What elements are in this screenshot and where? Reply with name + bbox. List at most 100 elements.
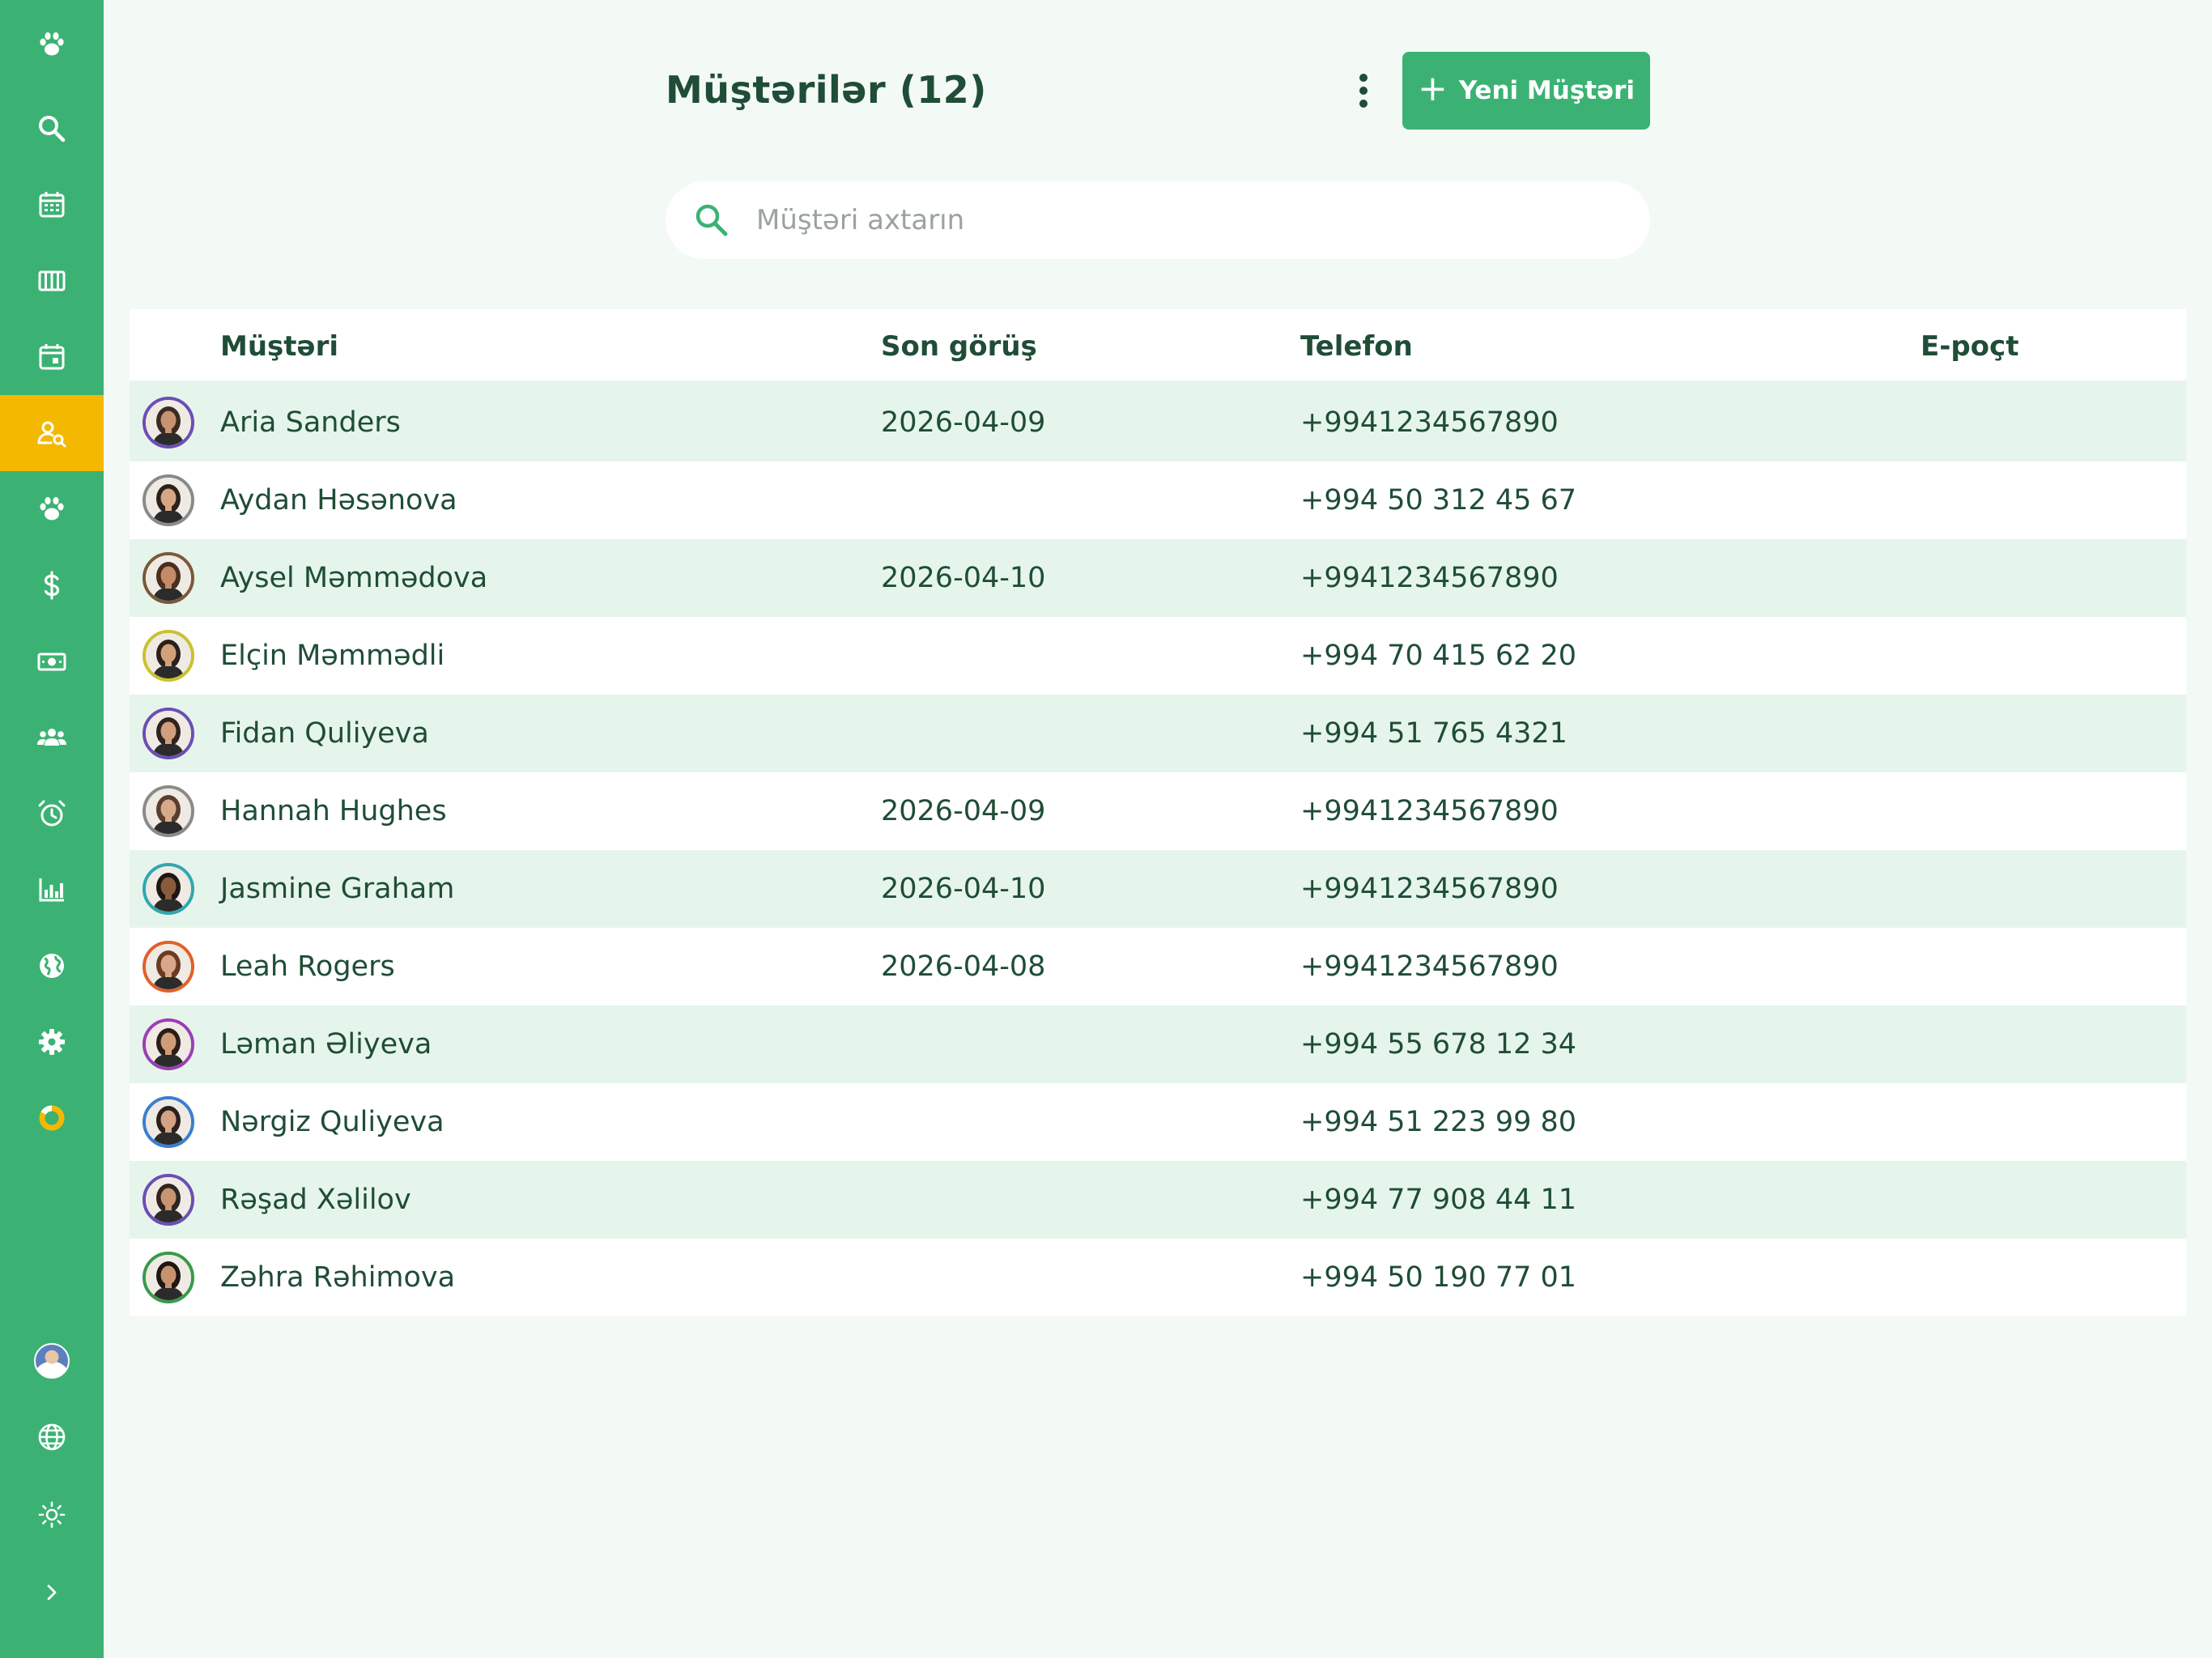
clients-table: Müştəri Son görüş Telefon E-poçt Aria Sa… — [130, 309, 2186, 1316]
last-visit: 2026-04-10 — [881, 562, 1046, 594]
sidebar-item-pets[interactable] — [0, 471, 104, 547]
client-phone: +9941234567890 — [1300, 950, 1559, 983]
client-search-icon — [37, 421, 66, 448]
sidebar-item-board[interactable] — [0, 243, 104, 319]
table-row[interactable]: Hannah Hughes 2026-04-09 +9941234567890 — [130, 772, 2186, 850]
sidebar — [0, 0, 104, 1658]
client-avatar — [143, 552, 194, 604]
sidebar-item-payments[interactable] — [0, 623, 104, 699]
client-phone: +994 51 223 99 80 — [1300, 1106, 1577, 1138]
client-phone: +994 51 765 4321 — [1300, 717, 1568, 750]
client-name: Rəşad Xəlilov — [220, 1184, 411, 1216]
sidebar-item-website[interactable] — [0, 928, 104, 1004]
search-icon — [696, 204, 728, 236]
alarm-icon — [38, 800, 66, 827]
client-phone: +994 55 678 12 34 — [1300, 1028, 1577, 1061]
client-phone: +994 50 190 77 01 — [1300, 1261, 1577, 1294]
client-name: Jasmine Graham — [220, 873, 455, 905]
cash-icon — [37, 653, 66, 671]
column-header-email[interactable]: E-poçt — [1921, 309, 2018, 384]
table-row[interactable]: Zəhra Rəhimova +994 50 190 77 01 — [130, 1239, 2186, 1316]
column-header-client[interactable]: Müştəri — [220, 309, 338, 384]
client-phone: +994 50 312 45 67 — [1300, 484, 1577, 517]
client-phone: +9941234567890 — [1300, 873, 1559, 905]
sidebar-item-search[interactable] — [0, 91, 104, 167]
columns-icon — [38, 270, 66, 291]
last-visit: 2026-04-10 — [881, 873, 1046, 905]
plus-icon: + — [1417, 68, 1448, 109]
sidebar-item-clients[interactable] — [0, 395, 104, 471]
client-avatar — [143, 630, 194, 682]
bar-chart-icon — [39, 878, 64, 902]
client-avatar — [143, 708, 194, 759]
client-name: Leah Rogers — [220, 950, 395, 983]
new-client-button-label: Yeni Müştəri — [1458, 76, 1636, 105]
sun-icon — [38, 1501, 66, 1528]
last-visit: 2026-04-09 — [881, 406, 1046, 439]
paw-icon — [40, 496, 64, 521]
client-name: Nərgiz Quliyeva — [220, 1106, 445, 1138]
globe-icon — [40, 954, 64, 978]
table-row[interactable]: Elçin Məmmədli +994 70 415 62 20 — [130, 617, 2186, 695]
page-title: Müştərilər (12) — [666, 68, 987, 112]
client-phone: +994 77 908 44 11 — [1300, 1184, 1577, 1216]
sidebar-expand-button[interactable] — [0, 1554, 104, 1630]
client-avatar — [143, 1174, 194, 1226]
table-row[interactable]: Fidan Quliyeva +994 51 765 4321 — [130, 695, 2186, 772]
client-avatar — [143, 397, 194, 449]
table-row[interactable]: Ləman Əliyeva +994 55 678 12 34 — [130, 1005, 2186, 1083]
table-row[interactable]: Aydan Həsənova +994 50 312 45 67 — [130, 461, 2186, 539]
search-input[interactable] — [756, 204, 1566, 236]
chevron-right-icon — [47, 1584, 57, 1601]
client-name: Hannah Hughes — [220, 795, 447, 827]
client-avatar — [143, 474, 194, 526]
table-row[interactable]: Aria Sanders 2026-04-09 +9941234567890 — [130, 384, 2186, 461]
client-name: Aria Sanders — [220, 406, 401, 439]
table-row[interactable]: Nərgiz Quliyeva +994 51 223 99 80 — [130, 1083, 2186, 1161]
sidebar-item-calendar[interactable] — [0, 167, 104, 243]
client-phone: +9941234567890 — [1300, 795, 1559, 827]
dollar-icon — [44, 571, 60, 600]
kebab-menu-icon — [1359, 74, 1368, 108]
sidebar-item-pricing[interactable] — [0, 547, 104, 623]
sidebar-item-team[interactable] — [0, 699, 104, 776]
client-name: Fidan Quliyeva — [220, 717, 429, 750]
donut-icon — [39, 1105, 65, 1131]
last-visit: 2026-04-08 — [881, 950, 1046, 983]
table-row[interactable]: Rəşad Xəlilov +994 77 908 44 11 — [130, 1161, 2186, 1239]
search-bar[interactable] — [666, 181, 1650, 259]
table-row[interactable]: Jasmine Graham 2026-04-10 +9941234567890 — [130, 850, 2186, 928]
table-header: Müştəri Son görüş Telefon E-poçt — [130, 309, 2186, 384]
sidebar-item-reminders[interactable] — [0, 776, 104, 852]
table-body: Aria Sanders 2026-04-09 +9941234567890 Ayda… — [130, 384, 2186, 1316]
client-phone: +994 70 415 62 20 — [1300, 640, 1577, 672]
client-phone: +9941234567890 — [1300, 406, 1559, 439]
sidebar-language[interactable] — [0, 1399, 104, 1475]
client-avatar — [143, 1096, 194, 1148]
more-options-button[interactable] — [1344, 68, 1383, 113]
calendar-grid-icon — [39, 192, 65, 218]
gear-icon — [39, 1029, 65, 1055]
table-row[interactable]: Leah Rogers 2026-04-08 +9941234567890 — [130, 928, 2186, 1005]
column-header-last-visit[interactable]: Son görüş — [881, 309, 1037, 384]
client-avatar — [143, 785, 194, 837]
table-row[interactable]: Aysel Məmmədova 2026-04-10 +9941234567890 — [130, 539, 2186, 617]
client-name: Ləman Əliyeva — [220, 1028, 432, 1061]
sidebar-item-settings[interactable] — [0, 1004, 104, 1080]
language-globe-icon — [38, 1423, 66, 1451]
sidebar-item-appointments[interactable] — [0, 319, 104, 395]
sidebar-item-reports[interactable] — [0, 852, 104, 928]
client-phone: +9941234567890 — [1300, 562, 1559, 594]
sidebar-theme-toggle[interactable] — [0, 1477, 104, 1553]
column-header-phone[interactable]: Telefon — [1300, 309, 1413, 384]
user-avatar — [34, 1343, 70, 1379]
sidebar-item-subscription[interactable] — [0, 1080, 104, 1156]
sidebar-item-home[interactable] — [0, 6, 104, 83]
client-avatar — [143, 941, 194, 993]
client-name: Aydan Həsənova — [220, 484, 457, 517]
client-name: Aysel Məmmədova — [220, 562, 488, 594]
client-avatar — [143, 1018, 194, 1070]
sidebar-user-profile[interactable] — [0, 1323, 104, 1399]
new-client-button[interactable]: + Yeni Müştəri — [1402, 52, 1650, 130]
client-avatar — [143, 1252, 194, 1303]
